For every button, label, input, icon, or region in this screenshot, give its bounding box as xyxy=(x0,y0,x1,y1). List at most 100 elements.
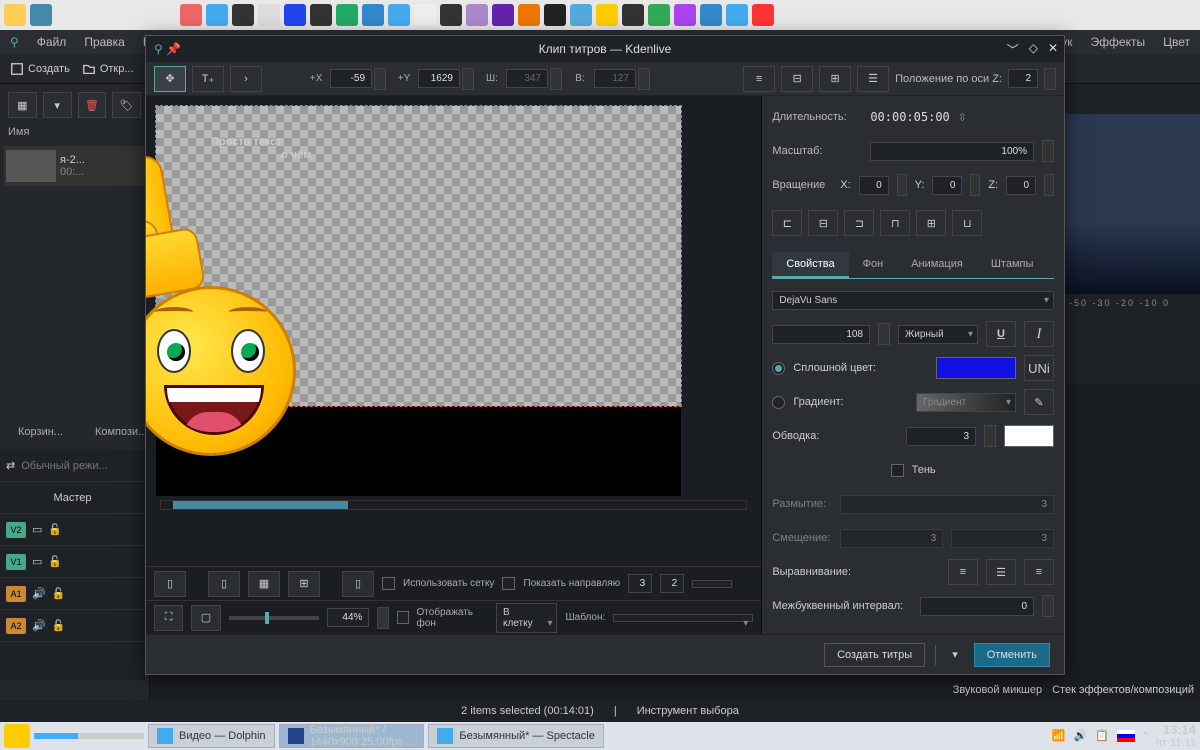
show-bg-checkbox[interactable] xyxy=(397,611,409,624)
layer-icon[interactable]: ▯ xyxy=(342,571,374,597)
start-menu-icon[interactable] xyxy=(4,724,30,748)
spinner-icon[interactable]: ⇳ xyxy=(958,111,967,124)
yandex-icon[interactable] xyxy=(752,4,774,26)
align-vcenter-icon[interactable]: ⊞ xyxy=(916,210,946,236)
tab-background[interactable]: Фон xyxy=(849,252,898,278)
align-tool-icon[interactable]: ≡ xyxy=(743,66,775,92)
z-input[interactable]: 2 xyxy=(1008,69,1038,88)
tray-icon[interactable]: 🔊 xyxy=(1073,729,1087,742)
scale-input[interactable]: 100% xyxy=(870,142,1034,161)
outline-width[interactable]: 3 xyxy=(906,427,976,446)
tab-bin[interactable]: Корзин... xyxy=(4,420,77,444)
title-text-object[interactable]: Просто текст о чём xyxy=(211,136,311,161)
spinner-icon[interactable] xyxy=(878,323,890,345)
spinner-icon[interactable] xyxy=(1044,174,1054,196)
app-icon[interactable] xyxy=(700,4,722,26)
grid-v1[interactable]: 3 xyxy=(628,574,652,593)
bin-tag-icon[interactable]: 🏷 xyxy=(112,92,141,118)
align-bottom-icon[interactable]: ⊔ xyxy=(952,210,982,236)
task-kdenlive[interactable]: Безымянный* /1440x900 25.00fps ... xyxy=(279,724,425,748)
track-a1[interactable]: A1🔊🔓 xyxy=(0,578,145,610)
spinner-icon[interactable] xyxy=(462,68,474,90)
text-align-left-icon[interactable]: ≡ xyxy=(948,559,978,585)
terminal-icon[interactable] xyxy=(232,4,254,26)
lock-icon[interactable]: 🔓 xyxy=(52,619,66,632)
grid-v3[interactable] xyxy=(692,580,732,588)
firefox-icon[interactable] xyxy=(180,4,202,26)
mute-icon[interactable]: 🔊 xyxy=(32,587,46,600)
solid-color-swatch[interactable] xyxy=(936,357,1016,379)
next-tool[interactable]: › xyxy=(230,66,262,92)
app-icon[interactable] xyxy=(310,4,332,26)
rot-x[interactable]: 0 xyxy=(859,176,889,195)
spinner-icon[interactable] xyxy=(984,425,996,447)
bin-view-icon[interactable]: ▦ xyxy=(8,92,37,118)
align-right-icon[interactable]: ⊐ xyxy=(844,210,874,236)
shadow-checkbox[interactable] xyxy=(891,464,904,477)
app-icon[interactable] xyxy=(622,4,644,26)
app-icon[interactable] xyxy=(414,4,436,26)
files-icon[interactable] xyxy=(206,4,228,26)
timeline-mode[interactable]: Обычный режи... xyxy=(21,460,107,472)
tray-icon[interactable]: 📶 xyxy=(1052,729,1066,742)
zoom-slider[interactable] xyxy=(229,616,320,620)
track-v2[interactable]: V2▭🔓 xyxy=(0,514,145,546)
start-icon[interactable] xyxy=(4,4,26,26)
canvas-scrollbar[interactable] xyxy=(160,500,747,510)
create-titles-button[interactable]: Создать титры xyxy=(824,643,925,667)
template-combo[interactable] xyxy=(613,614,753,622)
rot-z[interactable]: 0 xyxy=(1006,176,1036,195)
spinner-icon[interactable] xyxy=(1044,68,1056,90)
gimp-icon[interactable] xyxy=(466,4,488,26)
tab-effect-stack[interactable]: Стек эффектов/композиций xyxy=(1052,684,1194,696)
more-icon[interactable] xyxy=(258,4,280,26)
dialog-titlebar[interactable]: ⚲ 📌 Клип титров — Kdenlive ﹀ ◇ ✕ xyxy=(146,36,1064,62)
italic-icon[interactable]: I xyxy=(1024,321,1054,347)
cancel-button[interactable]: Отменить xyxy=(974,643,1050,667)
minimize-icon[interactable]: ﹀ xyxy=(1007,41,1019,58)
app-icon[interactable] xyxy=(362,4,384,26)
font-weight-combo[interactable]: Жирный xyxy=(898,325,978,344)
app-icon[interactable] xyxy=(492,4,514,26)
outline-color-swatch[interactable] xyxy=(1004,425,1054,447)
align-top-icon[interactable]: ⊓ xyxy=(880,210,910,236)
tab-audio-mixer[interactable]: Звуковой микшер xyxy=(953,684,1042,696)
duration-input[interactable]: 00:00:05:00 xyxy=(870,110,949,124)
app-icon[interactable] xyxy=(440,4,462,26)
underline-icon[interactable]: U xyxy=(986,321,1016,347)
bin-clip[interactable]: я-2... 00:... xyxy=(4,146,145,186)
align-tool-icon[interactable]: ⊞ xyxy=(819,66,851,92)
menu-file[interactable]: Файл xyxy=(37,35,67,49)
tab-animation[interactable]: Анимация xyxy=(897,252,977,278)
app-icon[interactable] xyxy=(596,4,618,26)
task-dolphin[interactable]: Видео — Dolphin xyxy=(148,724,275,748)
use-grid-checkbox[interactable] xyxy=(382,577,395,590)
lock-icon[interactable]: 🔓 xyxy=(52,587,66,600)
font-family-combo[interactable]: DejaVu Sans xyxy=(772,291,1054,310)
qr-icon[interactable]: ▦ xyxy=(248,571,280,597)
align-tool-icon[interactable]: ⊟ xyxy=(781,66,813,92)
tray-icon[interactable]: 📋 xyxy=(1095,729,1109,742)
layer-icon[interactable]: ▯ xyxy=(154,571,186,597)
bg-mode-combo[interactable]: В клетку xyxy=(496,603,558,633)
app-icon[interactable] xyxy=(388,4,410,26)
solid-color-radio[interactable] xyxy=(772,362,785,375)
move-tool[interactable]: ✥ xyxy=(154,66,186,92)
y-input[interactable]: 1629 xyxy=(418,69,460,88)
close-icon[interactable]: ✕ xyxy=(1048,41,1058,58)
mute-icon[interactable]: ▭ xyxy=(32,523,42,536)
app-icon[interactable] xyxy=(570,4,592,26)
spinner-icon[interactable] xyxy=(1042,595,1054,617)
app-icon[interactable] xyxy=(284,4,306,26)
menu-color[interactable]: Цвет xyxy=(1163,35,1190,49)
unicode-icon[interactable]: UNi xyxy=(1024,355,1054,381)
x-input[interactable]: -59 xyxy=(330,69,372,88)
track-a2[interactable]: A2🔊🔓 xyxy=(0,610,145,642)
tray-expand-icon[interactable]: ^ xyxy=(1143,730,1148,742)
align-tool-icon[interactable]: ☰ xyxy=(857,66,889,92)
text-align-center-icon[interactable]: ☰ xyxy=(986,559,1016,585)
text-tool[interactable]: T₊ xyxy=(192,66,224,92)
gradient-radio[interactable] xyxy=(772,396,785,409)
spinner-icon[interactable] xyxy=(374,68,386,90)
mute-icon[interactable]: ▭ xyxy=(32,555,42,568)
